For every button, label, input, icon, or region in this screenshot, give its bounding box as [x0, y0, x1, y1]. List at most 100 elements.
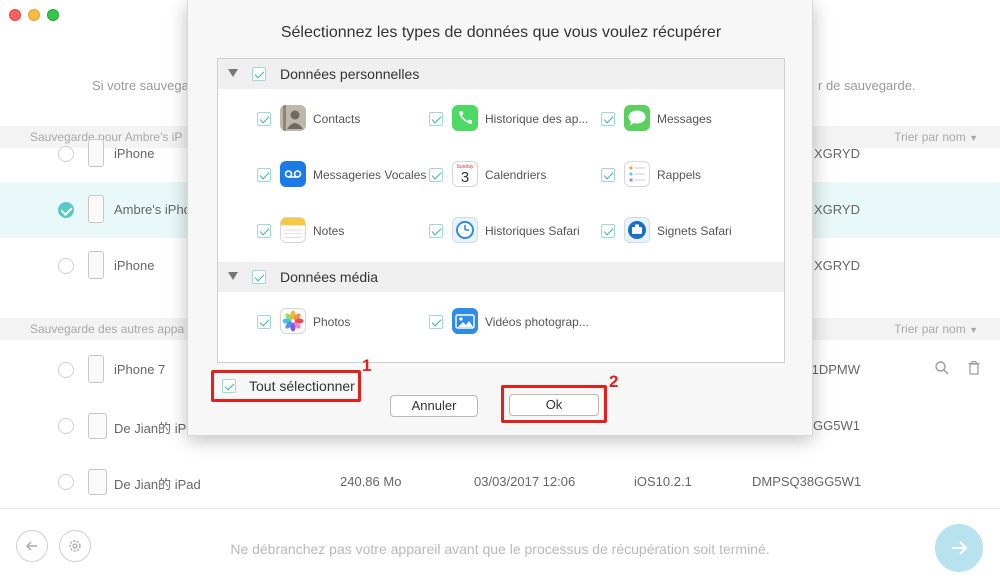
- safari-bookmarks-icon: [624, 217, 650, 243]
- table-row[interactable]: De Jian的 iPad 240.86 Mo 03/03/2017 12:06…: [0, 454, 1000, 510]
- section-label: Sauvegarde des autres appa: [30, 322, 185, 336]
- bottom-bar: Ne débranchez pas votre appareil avant q…: [0, 508, 1000, 581]
- device-name: iPhone: [114, 146, 155, 161]
- item-call-history[interactable]: Historique des ap...: [429, 105, 601, 133]
- item-checkbox[interactable]: [257, 315, 271, 329]
- reminders-icon: [624, 161, 650, 187]
- select-all-checkbox[interactable]: Tout sélectionner: [211, 370, 361, 402]
- item-checkbox[interactable]: [257, 168, 271, 182]
- cancel-button[interactable]: Annuler: [390, 395, 478, 417]
- notes-icon: [280, 217, 306, 243]
- minimize-window-button[interactable]: [28, 9, 40, 21]
- item-checkbox[interactable]: [429, 168, 443, 182]
- backup-date: 03/03/2017 12:06: [474, 474, 576, 489]
- dialog-title: Sélectionnez les types de données que vo…: [280, 24, 722, 41]
- item-messages[interactable]: Messages: [601, 105, 773, 133]
- row-radio[interactable]: [58, 258, 74, 274]
- disclosure-triangle-icon[interactable]: [228, 69, 238, 77]
- ipad-icon: [88, 413, 107, 439]
- device-name: Ambre's iPho: [114, 202, 191, 217]
- device-name: iPhone: [114, 258, 155, 273]
- device-name: iPhone 7: [114, 362, 166, 377]
- data-types-panel: Données personnelles Contacts Historique…: [217, 58, 785, 363]
- item-label: Messages: [657, 112, 712, 126]
- annotation-number-1: 1: [362, 356, 372, 375]
- iphone-icon: [88, 139, 104, 167]
- item-safari-bookmarks[interactable]: Signets Safari: [601, 217, 773, 245]
- category-checkbox[interactable]: [252, 67, 266, 81]
- item-label: Notes: [313, 224, 345, 238]
- ipad-icon: [88, 469, 107, 495]
- iphone-warning-icon: [88, 195, 104, 223]
- category-personal-data[interactable]: Données personnelles: [218, 59, 784, 89]
- item-checkbox[interactable]: [257, 224, 271, 238]
- messages-icon: [624, 105, 650, 131]
- row-radio[interactable]: [58, 418, 74, 434]
- disclosure-triangle-icon[interactable]: [228, 272, 238, 280]
- voicemail-icon: [280, 161, 306, 187]
- item-videos[interactable]: Vidéos photograp...: [429, 308, 601, 336]
- item-voicemail[interactable]: Messageries Vocales: [257, 161, 429, 189]
- item-contacts[interactable]: Contacts: [257, 105, 429, 133]
- item-notes[interactable]: Notes: [257, 217, 429, 245]
- chevron-down-icon: ▼: [969, 325, 978, 335]
- item-label: Rappels: [657, 168, 702, 182]
- row-radio[interactable]: [58, 474, 74, 490]
- safari-history-icon: [452, 217, 478, 243]
- device-serial: DMPSQ38GG5W1: [752, 474, 862, 489]
- item-label: Calendriers: [485, 168, 547, 182]
- calendar-date-label: 3: [460, 169, 470, 186]
- item-label: Historique des ap...: [485, 112, 589, 126]
- category-checkbox[interactable]: [252, 270, 266, 284]
- category-label: Données personnelles: [280, 66, 420, 82]
- item-checkbox[interactable]: [257, 112, 271, 126]
- item-label: Photos: [313, 315, 351, 329]
- item-checkbox[interactable]: [601, 224, 615, 238]
- item-checkbox[interactable]: [601, 168, 615, 182]
- item-checkbox[interactable]: [429, 112, 443, 126]
- category-media-data[interactable]: Données média: [218, 262, 784, 292]
- select-all-check[interactable]: [222, 379, 236, 393]
- iphone-icon: [88, 355, 104, 383]
- arrow-right-icon: [952, 541, 968, 555]
- next-button[interactable]: [935, 524, 983, 572]
- item-checkbox[interactable]: [429, 224, 443, 238]
- window-controls: [9, 9, 59, 21]
- photos-icon: [280, 308, 306, 334]
- item-label: Contacts: [313, 112, 361, 126]
- item-label: Signets Safari: [657, 224, 732, 238]
- row-radio[interactable]: [58, 362, 74, 378]
- iphone-icon: [88, 251, 104, 279]
- row-radio-checked[interactable]: [58, 202, 74, 218]
- annotation-number-2: 2: [609, 372, 619, 391]
- close-window-button[interactable]: [9, 9, 21, 21]
- backup-size: 240.86 Mo: [340, 474, 402, 489]
- videos-icon: [452, 308, 478, 334]
- maximize-window-button[interactable]: [47, 9, 59, 21]
- sort-by-name-dropdown[interactable]: Trier par nom ▼: [894, 322, 978, 336]
- item-label: Messageries Vocales: [313, 168, 427, 182]
- ok-button[interactable]: Ok: [509, 394, 599, 416]
- bottom-message: Ne débranchez pas votre appareil avant q…: [230, 541, 770, 557]
- info-text-left: Si votre sauvega: [92, 78, 189, 93]
- search-icon[interactable]: [934, 360, 950, 376]
- info-text-right: r de sauvegarde.: [818, 78, 916, 93]
- item-calendars[interactable]: Sunday 3 Calendriers: [429, 161, 601, 189]
- item-checkbox[interactable]: [429, 315, 443, 329]
- item-checkbox[interactable]: [601, 112, 615, 126]
- select-all-label: Tout sélectionner: [249, 378, 355, 394]
- category-label: Données média: [280, 269, 379, 285]
- item-photos[interactable]: Photos: [257, 308, 429, 336]
- phone-icon: [452, 105, 478, 131]
- device-name: De Jian的 iPad: [114, 477, 201, 492]
- row-radio[interactable]: [58, 146, 74, 162]
- item-reminders[interactable]: Rappels: [601, 161, 773, 189]
- trash-icon[interactable]: [966, 360, 982, 376]
- ios-version: iOS10.2.1: [634, 474, 692, 489]
- item-safari-history[interactable]: Historiques Safari: [429, 217, 601, 245]
- item-label: Vidéos photograp...: [485, 315, 589, 329]
- contacts-icon: [280, 105, 306, 131]
- device-name: De Jian的 iP: [114, 421, 187, 436]
- calendar-icon: Sunday 3: [452, 161, 478, 187]
- item-label: Historiques Safari: [485, 224, 580, 238]
